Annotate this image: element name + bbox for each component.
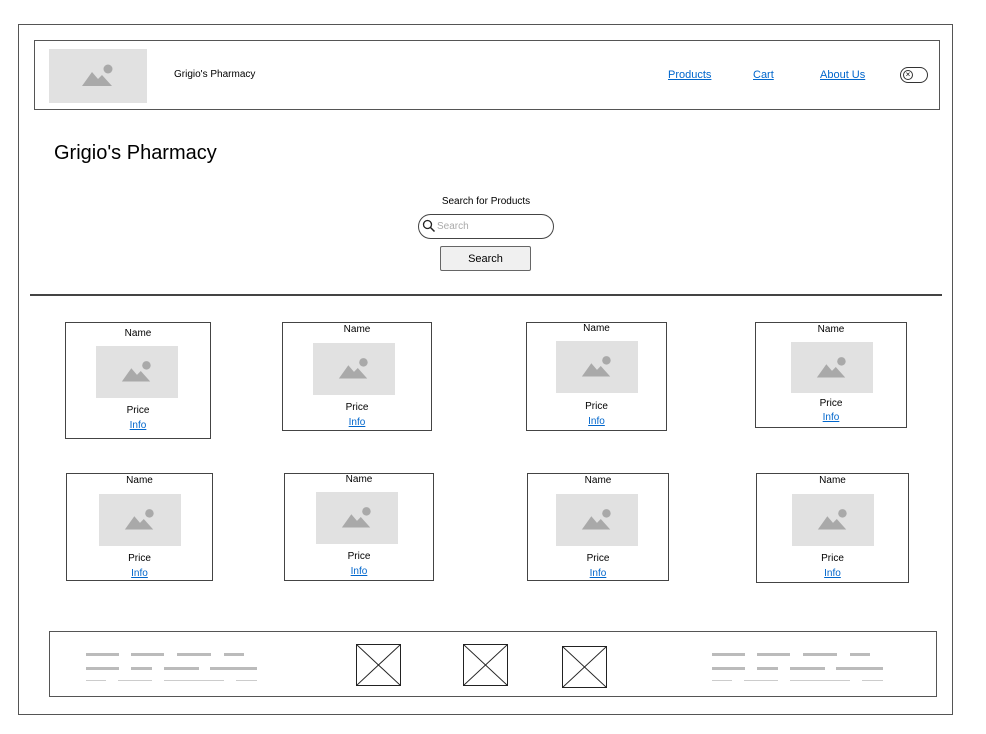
footer-text-placeholder [131, 653, 164, 656]
image-icon [816, 356, 846, 377]
product-price: Price [126, 405, 150, 416]
product-info-link[interactable]: Info [528, 568, 668, 579]
placeholder-image-icon [464, 645, 507, 685]
product-card: Name Price Info [284, 473, 434, 581]
image-icon [581, 509, 611, 530]
footer-text-placeholder [86, 653, 119, 656]
nav-about-link[interactable]: About Us [820, 69, 865, 81]
search-input[interactable] [437, 218, 547, 234]
footer-text-placeholder [712, 667, 745, 670]
product-price: Price [585, 401, 608, 412]
image-icon [124, 509, 154, 530]
product-card: Name Price Info [66, 473, 213, 581]
search-button[interactable]: Search [440, 246, 531, 271]
footer-text-placeholder [712, 680, 732, 681]
footer-text-placeholder [118, 680, 152, 681]
footer-image-1 [356, 644, 401, 686]
footer-text-placeholder [86, 667, 119, 670]
product-info-link[interactable]: Info [527, 416, 666, 427]
footer-text-placeholder [757, 667, 778, 670]
footer-text-placeholder [210, 667, 257, 670]
image-icon [581, 356, 611, 377]
product-name: Name [819, 475, 846, 486]
footer-text-placeholder [131, 667, 152, 670]
product-name: Name [345, 474, 373, 485]
footer-text-placeholder [836, 667, 883, 670]
footer-text-placeholder [712, 653, 745, 656]
search-box[interactable] [418, 214, 554, 239]
product-info-link[interactable]: Info [757, 568, 908, 579]
product-card: Name Price Info [282, 322, 432, 431]
placeholder-image-icon [563, 647, 606, 687]
product-name: Name [584, 475, 612, 486]
product-card: Name Price Info [65, 322, 211, 439]
search-label: Search for Products [441, 196, 531, 207]
product-price: Price [345, 402, 369, 413]
product-price: Price [347, 551, 371, 562]
product-name: Name [817, 324, 845, 335]
footer-text-placeholder [744, 680, 778, 681]
product-image [792, 494, 874, 546]
footer-text-placeholder [790, 667, 825, 670]
brand-name: Grigio's Pharmacy [174, 69, 256, 80]
footer-text-placeholder [164, 680, 224, 681]
page-title: Grigio's Pharmacy [54, 142, 217, 164]
product-info-link[interactable]: Info [283, 417, 431, 428]
product-image [313, 343, 395, 395]
section-divider [30, 294, 942, 296]
product-info-link[interactable]: Info [285, 566, 433, 577]
product-card: Name Price Info [756, 473, 909, 583]
header-bar [34, 40, 940, 110]
product-card: Name Price Info [527, 473, 669, 581]
footer-text-placeholder [236, 680, 257, 681]
product-info-link[interactable]: Info [756, 412, 906, 423]
product-image [791, 342, 873, 393]
product-price: Price [586, 553, 610, 564]
image-icon [338, 358, 368, 379]
product-image [556, 494, 638, 546]
logo-image [49, 49, 147, 103]
footer-text-placeholder [86, 680, 106, 681]
footer-text-placeholder [803, 653, 837, 656]
nav-products-link[interactable]: Products [668, 69, 711, 81]
product-image [99, 494, 181, 546]
image-icon [817, 509, 847, 530]
image-icon [121, 361, 151, 382]
nav-cart-link[interactable]: Cart [753, 69, 774, 81]
product-info-link[interactable]: Info [66, 420, 210, 431]
placeholder-image-icon [357, 645, 400, 685]
product-image [316, 492, 398, 544]
footer-text-placeholder [862, 680, 883, 681]
footer-text-placeholder [757, 653, 790, 656]
search-icon [422, 219, 436, 233]
footer-image-2 [463, 644, 508, 686]
product-card: Name Price Info [526, 322, 667, 431]
product-image [96, 346, 178, 398]
close-icon: × [903, 70, 913, 80]
product-price: Price [819, 398, 843, 409]
product-price: Price [821, 553, 844, 564]
footer-text-placeholder [850, 653, 870, 656]
footer-text-placeholder [790, 680, 850, 681]
footer-text-placeholder [177, 653, 211, 656]
product-card: Name Price Info [755, 322, 907, 428]
image-icon [82, 64, 113, 86]
product-name: Name [583, 323, 610, 334]
product-name: Name [124, 328, 152, 339]
footer-image-3 [562, 646, 607, 688]
footer-text-placeholder [164, 667, 199, 670]
product-name: Name [343, 324, 371, 335]
product-image [556, 341, 638, 393]
product-info-link[interactable]: Info [67, 568, 212, 579]
toggle-switch[interactable]: × [900, 67, 928, 83]
product-name: Name [126, 475, 153, 486]
product-price: Price [128, 553, 151, 564]
footer-text-placeholder [224, 653, 244, 656]
image-icon [341, 507, 371, 528]
